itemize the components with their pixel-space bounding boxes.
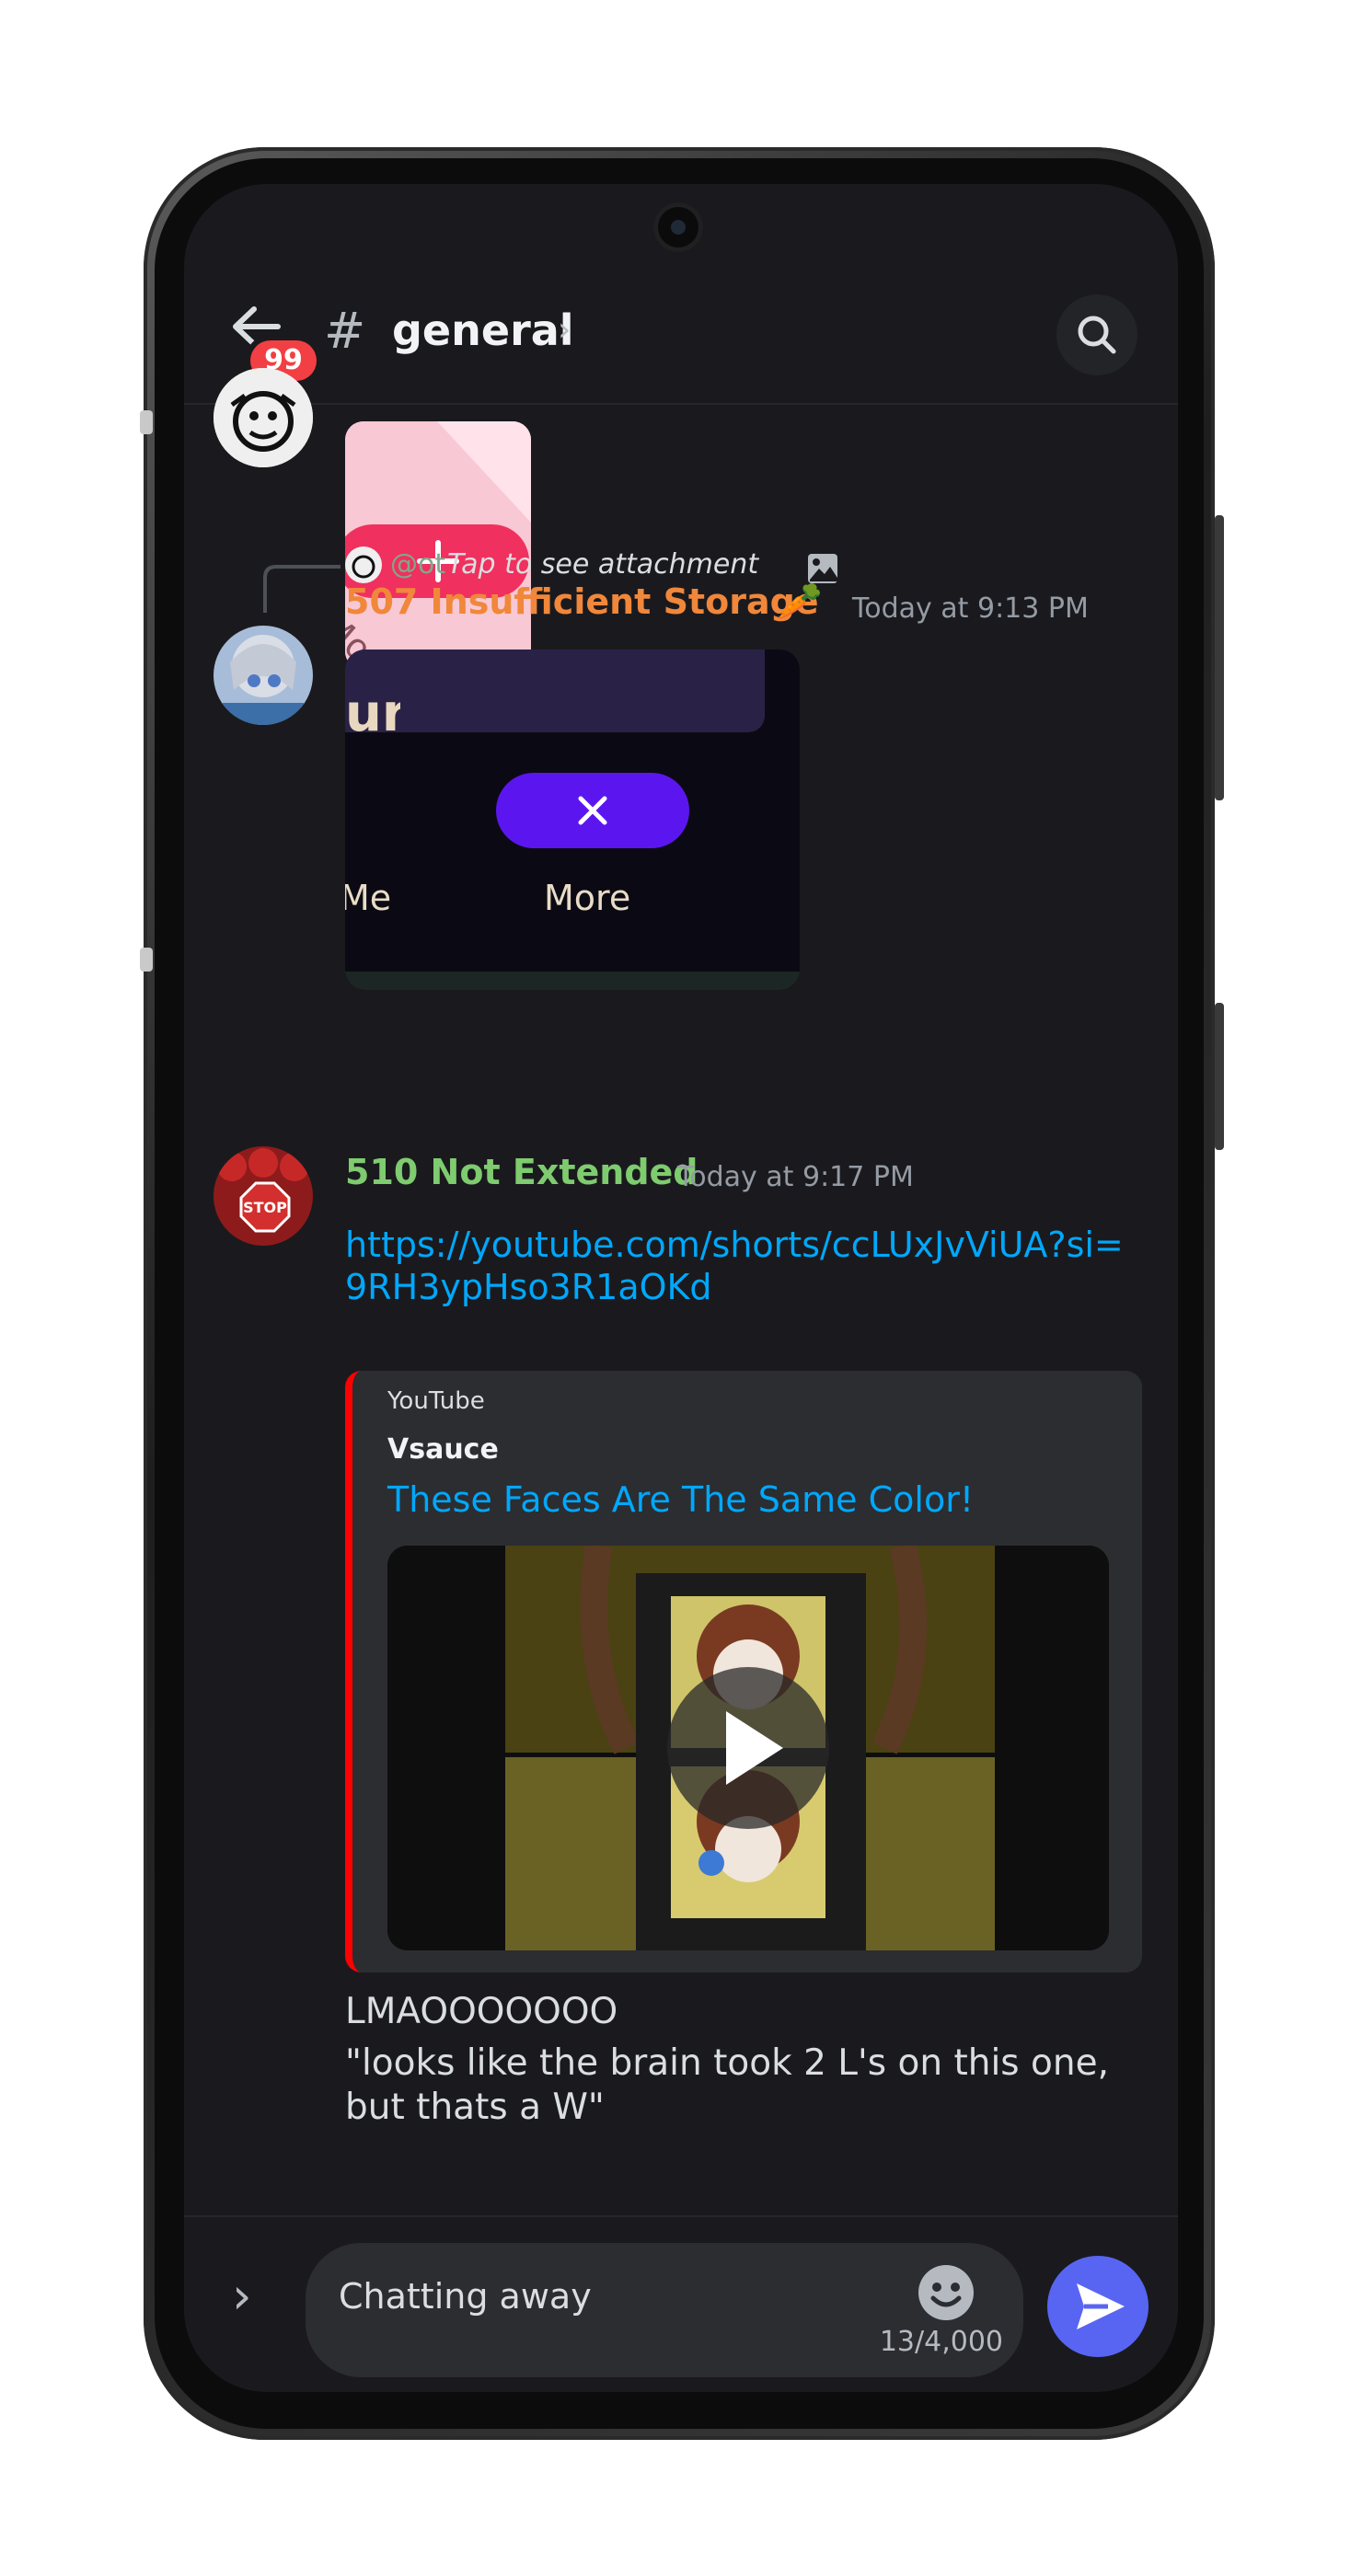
message-author[interactable]: 507 Insufficient Storage: [345, 581, 819, 622]
attachment-label-more: More: [544, 878, 631, 918]
thumbnail-image: [387, 1546, 1109, 1950]
channel-hash-icon: #: [324, 302, 366, 360]
left-notch-2: [140, 948, 153, 972]
smiley-icon: [918, 2265, 974, 2320]
image-attachment[interactable]: ur Me More: [345, 650, 800, 990]
carrot-emoji: 🥕: [777, 581, 823, 623]
reply-connector: [263, 565, 340, 613]
left-notch-1: [140, 410, 153, 434]
character-count: 13/4,000: [879, 2326, 1003, 2358]
message-line: but thats a W": [345, 2087, 605, 2128]
message-input-text[interactable]: Chatting away: [339, 2276, 592, 2317]
video-thumbnail[interactable]: [387, 1546, 1109, 1950]
avatar[interactable]: [214, 368, 313, 467]
reply-preview-text[interactable]: Tap to see attachment: [447, 548, 758, 581]
message-link[interactable]: https://youtube.com/shorts/ccLUxJvViUA?s…: [345, 1224, 1137, 1308]
avatar[interactable]: STOP: [214, 1146, 313, 1246]
attachment-fragment-text: ur: [345, 699, 400, 732]
message-timestamp: Today at 9:13 PM: [852, 592, 1089, 625]
reply-mention[interactable]: @ot: [390, 548, 445, 581]
reply-avatar: [345, 546, 382, 583]
attachment-top-panel: [345, 650, 765, 732]
link-embed[interactable]: YouTube Vsauce These Faces Are The Same …: [345, 1371, 1142, 1972]
sticker-attachment[interactable]: More: [345, 421, 531, 670]
message-input[interactable]: Chatting away 13/4,000: [306, 2243, 1023, 2377]
app-screen: 99 # general › More @ot Tap to see attac…: [184, 184, 1178, 2392]
embed-title[interactable]: These Faces Are The Same Color!: [387, 1479, 974, 1520]
avatar[interactable]: [214, 626, 313, 725]
attachment-label-me: Me: [345, 878, 392, 918]
message-author[interactable]: 510 Not Extended: [345, 1152, 698, 1192]
message-composer: › Chatting away 13/4,000: [184, 2215, 1178, 2392]
power-button: [1215, 1003, 1224, 1150]
avatar-drawing: [214, 626, 313, 725]
message-line: LMAOOOOOOO: [345, 1991, 618, 2032]
expand-actions-button[interactable]: ›: [232, 2267, 252, 2325]
send-icon: [1077, 2283, 1125, 2329]
embed-provider[interactable]: YouTube: [387, 1387, 485, 1415]
search-button[interactable]: [1056, 294, 1137, 375]
send-button[interactable]: [1047, 2256, 1148, 2357]
embed-author[interactable]: Vsauce: [387, 1433, 499, 1466]
attachment-bottom-strip: [345, 972, 800, 990]
svg-text:STOP: STOP: [243, 1199, 287, 1216]
search-icon: [1078, 316, 1116, 354]
channel-header: 99 # general ›: [184, 184, 1178, 405]
reply-avatar-drawing: [352, 555, 375, 579]
close-button-image: [496, 773, 689, 848]
channel-title[interactable]: general: [392, 305, 574, 355]
volume-button: [1215, 515, 1224, 800]
avatar-drawing: STOP: [214, 1146, 313, 1246]
chevron-right-icon[interactable]: ›: [558, 311, 571, 349]
message-timestamp: Today at 9:17 PM: [677, 1161, 914, 1193]
avatar-drawing: [214, 368, 313, 467]
message-line: "looks like the brain took 2 L's on this…: [345, 2042, 1109, 2084]
close-icon: [578, 796, 607, 825]
emoji-button[interactable]: [917, 2263, 975, 2322]
